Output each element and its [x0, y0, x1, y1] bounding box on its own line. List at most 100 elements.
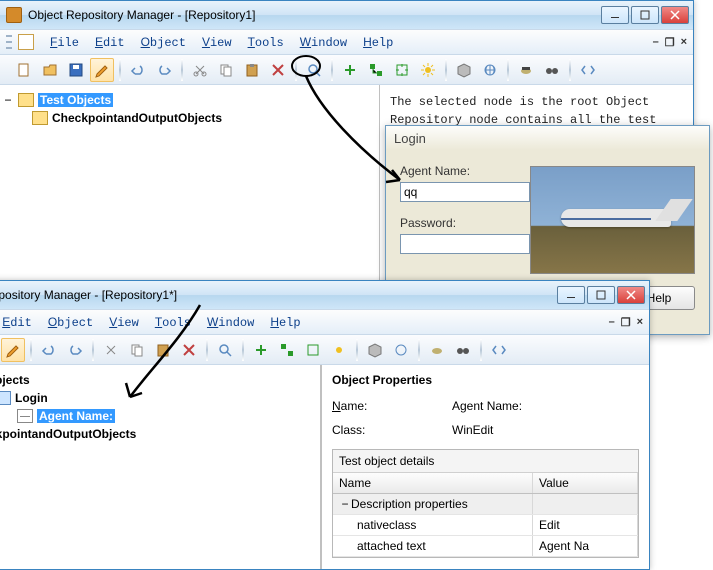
toolbar-separator — [507, 59, 509, 81]
mdi-restore[interactable]: ❐ — [621, 316, 631, 329]
mdi-minimize[interactable]: – — [653, 36, 659, 49]
tree-item-label: Login — [15, 391, 48, 405]
redo-icon[interactable] — [152, 58, 176, 82]
tree-item-checkpoints[interactable]: heckpointandOutputObjects — [0, 425, 318, 443]
add-icon[interactable] — [249, 338, 273, 362]
tree-item-login[interactable]: − Login — [0, 389, 318, 407]
toolbar-separator — [480, 339, 482, 361]
grid-header: Name Value — [333, 473, 638, 494]
window-repo-manager-2: Repository Manager - [Repository1*] e Ed… — [0, 280, 650, 570]
binoculars-icon[interactable] — [540, 58, 564, 82]
section-title: Test object details — [333, 450, 638, 473]
menu-tools[interactable]: Tools — [147, 312, 199, 333]
grid-row-attachedtext[interactable]: attached text Agent Na — [333, 536, 638, 557]
window-title-1: Object Repository Manager - [Repository1… — [28, 8, 601, 22]
undo-icon[interactable] — [37, 338, 61, 362]
add-child-icon[interactable] — [275, 338, 299, 362]
collapse-icon[interactable]: − — [339, 497, 351, 511]
maximize-button[interactable] — [587, 286, 615, 304]
menu-window[interactable]: Window — [199, 312, 262, 333]
tree-root-cropped[interactable]: stObjects — [0, 371, 318, 389]
editbox-icon — [17, 409, 33, 423]
gear-icon[interactable] — [416, 58, 440, 82]
copy-icon[interactable] — [214, 58, 238, 82]
tree-root-label: Test Objects — [38, 93, 113, 107]
menu-edit[interactable]: Edit — [87, 32, 133, 53]
cell-name: nativeclass — [333, 515, 533, 535]
password-input[interactable] — [400, 234, 530, 254]
col-value[interactable]: Value — [533, 473, 638, 493]
cut-icon[interactable] — [99, 338, 123, 362]
close-button[interactable] — [617, 286, 645, 304]
menu-view[interactable]: View — [101, 312, 147, 333]
paste-icon[interactable] — [240, 58, 264, 82]
mdi-minimize[interactable]: – — [609, 316, 615, 329]
tree-root-label: stObjects — [0, 373, 30, 387]
target-icon[interactable] — [390, 58, 414, 82]
menu-window[interactable]: Window — [292, 32, 355, 53]
tree-item-label: CheckpointandOutputObjects — [52, 111, 222, 125]
grid-row-nativeclass[interactable]: nativeclass Edit — [333, 515, 638, 536]
save-icon[interactable] — [64, 58, 88, 82]
menu-help[interactable]: Help — [355, 32, 401, 53]
find-icon[interactable] — [302, 58, 326, 82]
mdi-restore[interactable]: ❐ — [665, 36, 675, 49]
target-icon[interactable] — [301, 338, 325, 362]
spy-icon[interactable] — [514, 58, 538, 82]
agent-name-input[interactable] — [400, 182, 530, 202]
mdi-close[interactable]: × — [637, 316, 643, 329]
menu-help[interactable]: Help — [262, 312, 308, 333]
tree-root-test-objects[interactable]: − Test Objects — [2, 91, 377, 109]
cut-icon[interactable] — [188, 58, 212, 82]
find-icon[interactable] — [213, 338, 237, 362]
add-child-icon[interactable] — [364, 58, 388, 82]
tree-view-2[interactable]: stObjects − Login Agent Name: heckpointa… — [0, 365, 321, 569]
box-icon[interactable] — [452, 58, 476, 82]
edit-icon[interactable] — [90, 58, 114, 82]
undo-icon[interactable] — [126, 58, 150, 82]
box-icon[interactable] — [363, 338, 387, 362]
toolbar-separator — [92, 339, 94, 361]
delete-icon[interactable] — [177, 338, 201, 362]
menu-edit[interactable]: Edit — [0, 312, 40, 333]
code-icon[interactable] — [576, 58, 600, 82]
edit-icon[interactable] — [1, 338, 25, 362]
toolbar-separator — [119, 59, 121, 81]
grid-group-description[interactable]: −Description properties — [333, 494, 638, 515]
new-doc-icon[interactable] — [18, 34, 34, 50]
copy-icon[interactable] — [125, 338, 149, 362]
code-icon[interactable] — [487, 338, 511, 362]
toolbar-separator — [30, 339, 32, 361]
mdi-close[interactable]: × — [681, 36, 687, 49]
globe-icon[interactable] — [478, 58, 502, 82]
add-icon[interactable] — [338, 58, 362, 82]
open-icon[interactable] — [38, 58, 62, 82]
col-name[interactable]: Name — [333, 473, 533, 493]
menubar-grip — [6, 33, 12, 51]
redo-icon[interactable] — [63, 338, 87, 362]
minimize-button[interactable] — [557, 286, 585, 304]
tree-item-label: heckpointandOutputObjects — [0, 427, 136, 441]
gear-icon[interactable] — [327, 338, 351, 362]
toolbar-separator — [445, 59, 447, 81]
spy-icon[interactable] — [425, 338, 449, 362]
minimize-button[interactable] — [601, 6, 629, 24]
maximize-button[interactable] — [631, 6, 659, 24]
menu-object[interactable]: Object — [40, 312, 101, 333]
new-icon[interactable] — [12, 58, 36, 82]
prop-name-value[interactable]: Agent Name: — [452, 399, 522, 413]
globe-icon[interactable] — [389, 338, 413, 362]
binoculars-icon[interactable] — [451, 338, 475, 362]
collapse-icon[interactable]: − — [2, 93, 14, 107]
menu-file[interactable]: File — [42, 32, 87, 53]
close-button[interactable] — [661, 6, 689, 24]
delete-icon[interactable] — [266, 58, 290, 82]
paste-icon[interactable] — [151, 338, 175, 362]
app-icon — [6, 7, 22, 23]
tree-item-agent-name[interactable]: Agent Name: — [0, 407, 318, 425]
menu-object[interactable]: Object — [133, 32, 194, 53]
tree-item-checkpoints[interactable]: CheckpointandOutputObjects — [2, 109, 377, 127]
toolbar-separator — [206, 339, 208, 361]
menu-view[interactable]: View — [194, 32, 240, 53]
menu-tools[interactable]: Tools — [240, 32, 292, 53]
